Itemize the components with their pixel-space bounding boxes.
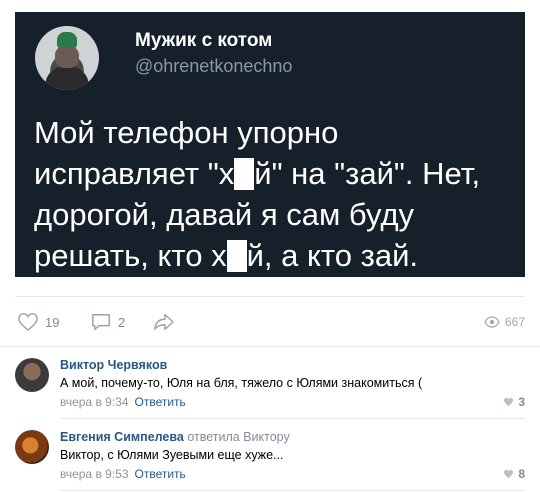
censor-block xyxy=(234,158,255,190)
tweet-author-name: Мужик с котом xyxy=(135,30,273,51)
tweet-author-handle: @ohrenetkonechno xyxy=(135,56,293,76)
heart-icon xyxy=(504,469,514,479)
comment-text: А мой, почему-то, Юля на бля, тяжело с Ю… xyxy=(60,376,423,390)
like-count: 19 xyxy=(45,314,60,330)
tweet-text: Мой телефон упорно исправляет "х й" на "з… xyxy=(34,112,519,276)
comment-text: Виктор, с Юлями Зуевыми еще хуже... xyxy=(60,448,284,462)
reply-button[interactable]: Ответить xyxy=(135,395,186,409)
share-icon xyxy=(154,314,174,330)
comment-icon xyxy=(92,314,110,330)
avatar[interactable] xyxy=(15,358,49,392)
tweet-line-3: дорогой, давай я сам буду xyxy=(34,197,415,232)
share-button[interactable] xyxy=(152,312,176,332)
tweet-author-avatar xyxy=(35,26,99,90)
comment-meta: вчера в 9:34 Ответить xyxy=(60,395,186,409)
views-count: 667 xyxy=(504,315,525,329)
comment-time[interactable]: вчера в 9:53 xyxy=(60,467,129,481)
divider xyxy=(60,418,525,419)
tweet-line-2: исправляет "х й" на "зай". Нет, xyxy=(34,156,481,191)
comment-count: 2 xyxy=(118,314,126,330)
tweet-line-4: решать, кто х й, а кто зай. xyxy=(34,238,419,273)
tweet-screenshot: Мужик с котом @ohrenetkonechno Мой телеф… xyxy=(15,12,525,277)
comment-like-button[interactable]: 8 xyxy=(503,467,525,481)
divider xyxy=(60,490,525,491)
divider xyxy=(15,296,525,297)
comment-time[interactable]: вчера в 9:34 xyxy=(60,395,129,409)
censor-block xyxy=(226,240,247,272)
comment-item: Виктор Червяков А мой, почему-то, Юля на… xyxy=(15,358,525,409)
comment-item: Евгения Симпелева ответила Виктору Викто… xyxy=(15,430,525,481)
views-counter: 667 xyxy=(484,315,525,329)
comment-button[interactable]: 2 xyxy=(90,312,125,332)
eye-icon xyxy=(484,316,500,328)
divider xyxy=(0,346,540,347)
avatar[interactable] xyxy=(15,430,49,464)
comment-author[interactable]: Евгения Симпелева ответила Виктору xyxy=(60,430,290,444)
reply-button[interactable]: Ответить xyxy=(135,467,186,481)
comment-like-button[interactable]: 3 xyxy=(503,395,525,409)
comment-like-count: 3 xyxy=(518,395,525,409)
heart-icon xyxy=(504,397,514,407)
heart-icon xyxy=(18,313,38,332)
comment-meta: вчера в 9:53 Ответить xyxy=(60,467,186,481)
like-button[interactable]: 19 xyxy=(17,312,59,332)
comment-like-count: 8 xyxy=(518,467,525,481)
tweet-line-1: Мой телефон упорно xyxy=(34,115,339,150)
comment-author[interactable]: Виктор Червяков xyxy=(60,358,167,372)
reply-to-label[interactable]: ответила Виктору xyxy=(187,430,289,444)
